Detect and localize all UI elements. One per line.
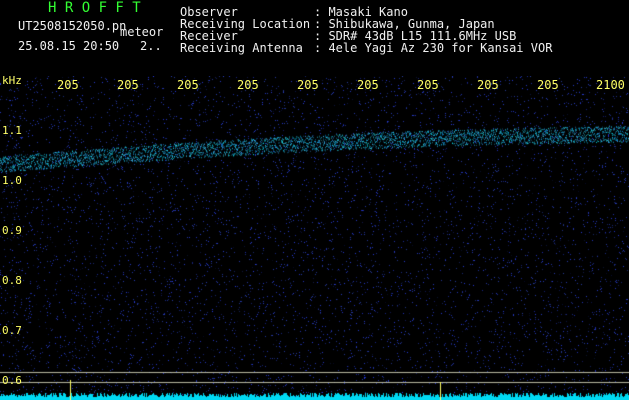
header-panel: H R O F F T UT2508152050.pn meteor 25.08…: [0, 0, 629, 76]
x-tick-label: 205: [477, 78, 499, 92]
y-tick-label: 0.8: [2, 274, 22, 287]
type-label: meteor: [120, 25, 164, 39]
x-tick-label: 205: [57, 78, 79, 92]
field-value-antenna: : 4ele Yagi Az 230 for Kansai VOR: [314, 41, 553, 55]
spectrogram-canvas: [0, 76, 629, 400]
datetime-label: 25.08.15 20:50: [18, 39, 120, 53]
y-tick-label: 0.6: [2, 374, 22, 387]
x-tick-label: 205: [237, 78, 259, 92]
field-label-antenna: Receiving Antenna: [180, 41, 303, 55]
x-tick-label: 205: [417, 78, 439, 92]
y-tick-label: 1.1: [2, 124, 22, 137]
x-tick-label: 205: [537, 78, 559, 92]
filename-label: UT2508152050.pn: [18, 19, 127, 33]
y-unit-label: kHz: [2, 74, 22, 87]
x-tick-label: 205: [117, 78, 139, 92]
x-tick-label: 205: [297, 78, 319, 92]
x-tick-label: 205: [177, 78, 199, 92]
y-tick-label: 0.9: [2, 224, 22, 237]
extra-label: 2..: [140, 39, 162, 53]
y-tick-label: 1.0: [2, 174, 22, 187]
y-tick-label: 0.7: [2, 324, 22, 337]
x-tick-label: 2100: [596, 78, 625, 92]
app-title: H R O F F T: [48, 0, 141, 16]
x-tick-label: 205: [357, 78, 379, 92]
